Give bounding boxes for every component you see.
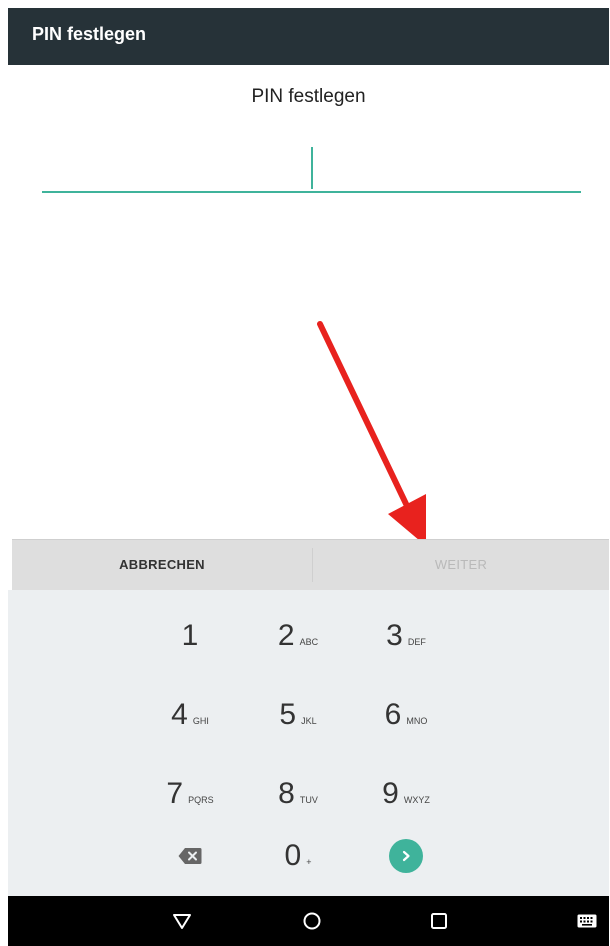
- key-digit: 3: [386, 619, 403, 652]
- key-letters: TUV: [299, 795, 318, 805]
- next-button[interactable]: WEITER: [313, 540, 609, 590]
- home-button[interactable]: [299, 908, 325, 934]
- key-letters: MNO: [406, 716, 428, 726]
- pin-prompt: PIN festlegen: [251, 86, 366, 107]
- text-cursor: [311, 147, 313, 189]
- keyboard-switch-button[interactable]: [574, 908, 600, 934]
- key-digit: 2: [277, 619, 295, 652]
- key-2[interactable]: 2 ABC: [243, 598, 353, 674]
- cancel-button[interactable]: ABBRECHEN: [12, 540, 312, 590]
- key-letters: JKL: [301, 716, 317, 726]
- key-digit: 8: [278, 777, 295, 810]
- key-digit: 5: [279, 698, 297, 731]
- action-bar: ABBRECHEN WEITER: [12, 539, 609, 590]
- backspace-key[interactable]: [135, 818, 245, 894]
- key-letters: PQRS: [188, 795, 214, 805]
- key-digit: 9: [382, 777, 399, 810]
- backspace-icon: [178, 848, 202, 864]
- key-letters: ABC: [299, 637, 319, 647]
- key-digit: 7: [166, 777, 184, 810]
- key-4[interactable]: 4 GHI: [135, 677, 245, 753]
- key-digit: 4: [171, 698, 188, 731]
- recents-button[interactable]: [426, 908, 452, 934]
- key-letters: +: [306, 857, 312, 867]
- back-icon: [173, 914, 191, 929]
- key-letters: GHI: [192, 716, 209, 726]
- key-letters: WXYZ: [403, 795, 430, 805]
- home-icon: [303, 912, 321, 930]
- enter-button[interactable]: [389, 839, 423, 873]
- numeric-keypad: 1 2 ABC 3 DEF 4 GHI 5 JKL 6 MNO 7 PQRS 8…: [8, 590, 609, 896]
- system-nav-bar: [8, 896, 609, 946]
- app-bar: PIN festlegen: [8, 8, 609, 65]
- pin-input-underline: [42, 191, 581, 193]
- key-3[interactable]: 3 DEF: [351, 598, 461, 674]
- pin-input[interactable]: [42, 135, 581, 195]
- key-letters: DEF: [407, 637, 426, 647]
- enter-key[interactable]: [351, 818, 461, 894]
- key-5[interactable]: 5 JKL: [243, 677, 353, 753]
- screen: PIN festlegen PIN festlegen ABBRECHEN WE…: [8, 8, 609, 946]
- key-digit: 1: [181, 619, 199, 652]
- annotation-arrow: [317, 321, 426, 546]
- back-button[interactable]: [169, 908, 195, 934]
- key-6[interactable]: 6 MNO: [351, 677, 461, 753]
- keyboard-icon: [577, 914, 597, 928]
- app-bar-title: PIN festlegen: [32, 24, 147, 44]
- key-digit: 0: [284, 839, 302, 872]
- chevron-right-icon: [402, 850, 410, 862]
- recents-icon: [431, 913, 447, 929]
- key-0[interactable]: 0 +: [243, 818, 353, 894]
- key-digit: 6: [384, 698, 402, 731]
- key-1[interactable]: 1: [135, 598, 245, 674]
